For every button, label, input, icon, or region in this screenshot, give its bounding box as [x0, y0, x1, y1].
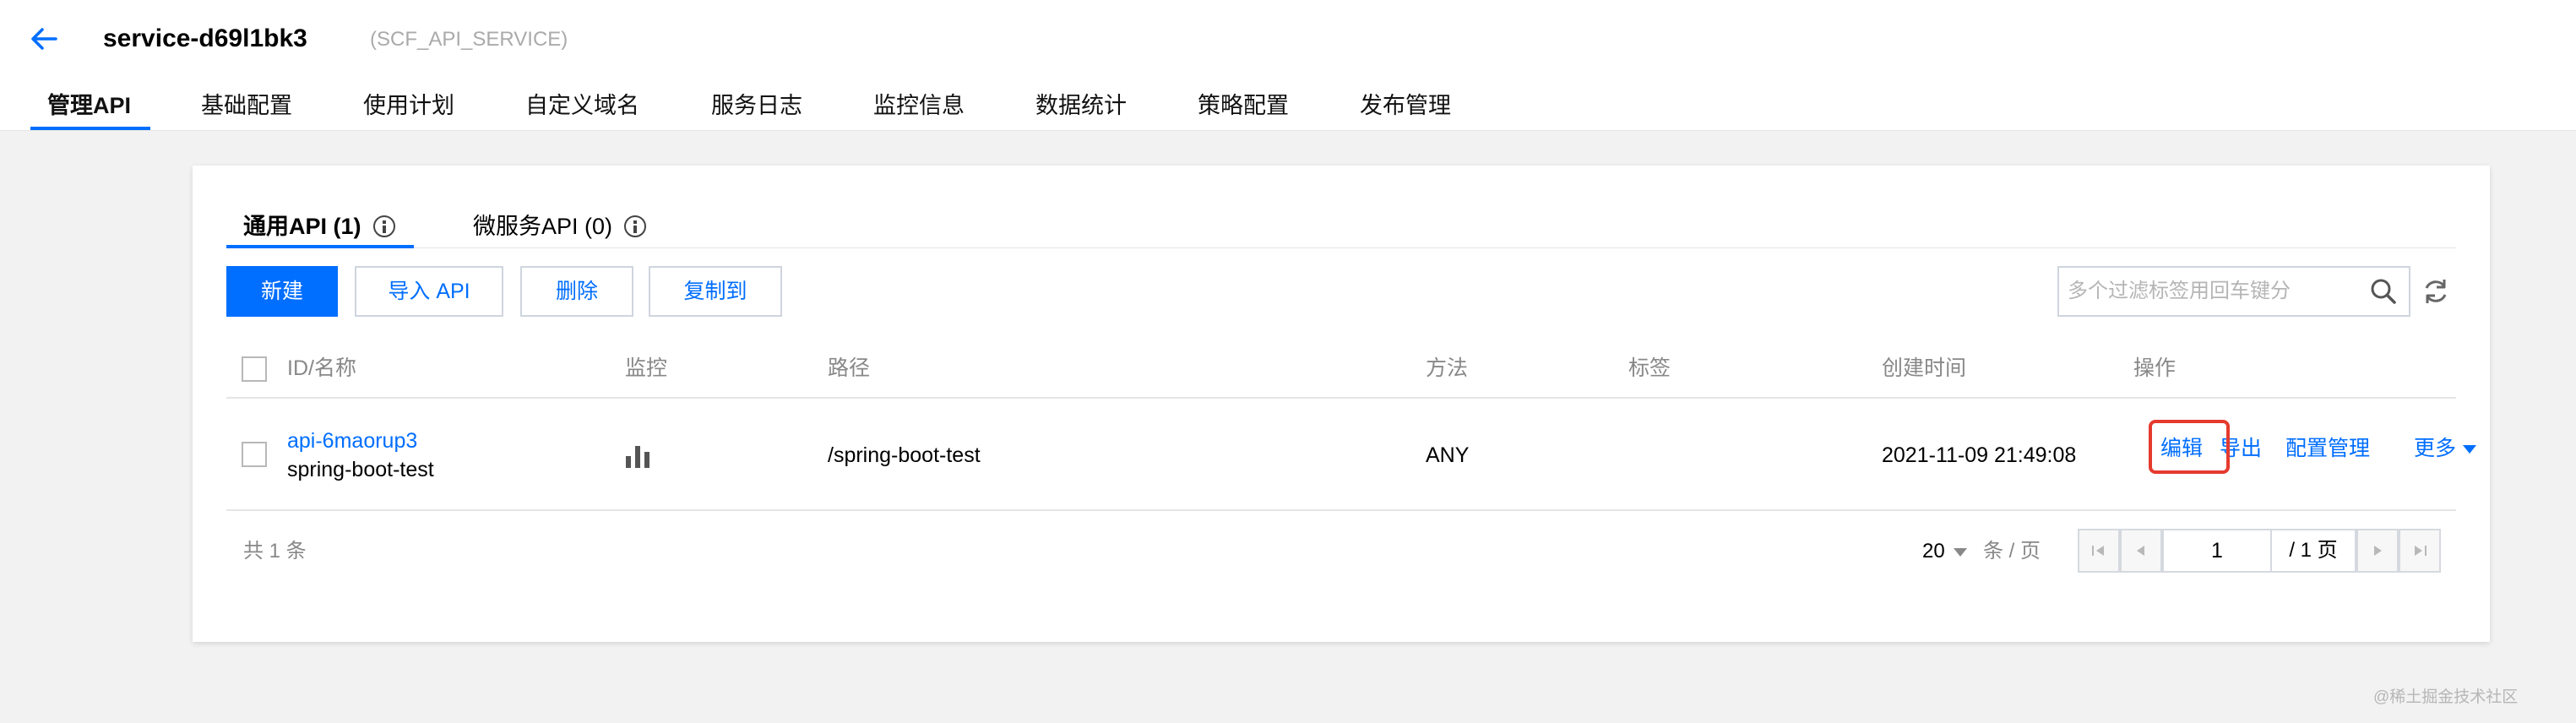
service-type: (SCF_API_SERVICE) [370, 28, 568, 51]
more-label: 更多 [2414, 437, 2457, 460]
subtab-divider [226, 247, 2456, 248]
table-row: api-6maorup3 spring-boot-test /spring-bo… [226, 400, 2477, 511]
import-api-button[interactable]: 导入 API [355, 266, 503, 317]
table-header: ID/名称 监控 路径 方法 标签 创建时间 操作 [226, 340, 2456, 399]
delete-button[interactable]: 删除 [520, 266, 633, 317]
column-method: 方法 [1426, 356, 1469, 380]
tab-monitor-info[interactable]: 监控信息 [873, 84, 965, 127]
column-created: 创建时间 [1882, 356, 1967, 380]
tab-usage-plan[interactable]: 使用计划 [363, 84, 454, 127]
more-dropdown[interactable]: 更多 [2414, 435, 2477, 462]
tab-data-stats[interactable]: 数据统计 [1035, 84, 1127, 127]
info-icon[interactable] [372, 215, 395, 237]
active-tab-indicator [30, 127, 150, 130]
row-checkbox[interactable] [242, 442, 267, 467]
prev-page-icon [2137, 546, 2144, 556]
export-link[interactable]: 导出 [2220, 435, 2262, 462]
refresh-icon[interactable] [2421, 276, 2451, 307]
next-page-button[interactable] [2356, 529, 2399, 573]
total-count: 共 1 条 [243, 540, 307, 563]
subtab-microservice-api-label: 微服务API (0) [473, 214, 613, 239]
prev-page-button[interactable] [2120, 529, 2162, 573]
column-tags: 标签 [1628, 356, 1671, 380]
column-path: 路径 [828, 356, 871, 380]
page-size-value: 20 [1922, 540, 1945, 563]
page-number-input[interactable]: 1 [2162, 529, 2272, 573]
bar-chart-icon[interactable] [625, 444, 650, 468]
page-size-select[interactable]: 20 [1922, 539, 1967, 564]
service-name: service-d69l1bk3 [103, 24, 307, 52]
api-method: ANY [1426, 443, 1470, 467]
tab-manage-api[interactable]: 管理API [47, 84, 131, 127]
new-button[interactable]: 新建 [226, 266, 338, 317]
total-pages: / 1 页 [2272, 529, 2356, 573]
config-manage-link[interactable]: 配置管理 [2285, 435, 2370, 462]
edit-link[interactable]: 编辑 [2160, 435, 2203, 462]
column-actions: 操作 [2133, 356, 2177, 380]
tab-basic-config[interactable]: 基础配置 [201, 84, 292, 127]
tab-custom-domain[interactable]: 自定义域名 [525, 84, 639, 127]
tab-policy-config[interactable]: 策略配置 [1198, 84, 1289, 127]
page-header: service-d69l1bk3 (SCF_API_SERVICE) 管理API… [0, 0, 2576, 131]
subtab-general-api[interactable]: 通用API (1) [243, 206, 395, 247]
first-page-button[interactable] [2078, 529, 2120, 573]
last-page-button[interactable] [2399, 529, 2441, 573]
tag-filter-search[interactable]: 多个过滤标签用回车键分 [2057, 266, 2410, 317]
active-subtab-indicator [226, 245, 414, 248]
next-page-icon [2374, 546, 2382, 556]
column-id-name: ID/名称 [287, 356, 356, 380]
api-list-card: 通用API (1) 微服务API (0) 新建 导入 API 删除 复制到 多个… [193, 166, 2490, 642]
select-all-checkbox[interactable] [242, 356, 267, 382]
api-id-link[interactable]: api-6maorup3 [287, 428, 417, 454]
api-path: /spring-boot-test [828, 443, 981, 467]
subtab-microservice-api[interactable]: 微服务API (0) [473, 206, 647, 247]
info-icon[interactable] [624, 215, 647, 237]
subtab-general-api-label: 通用API (1) [243, 214, 361, 239]
tab-release-manage[interactable]: 发布管理 [1360, 84, 1451, 127]
search-icon[interactable] [2370, 278, 2397, 305]
api-created-time: 2021-11-09 21:49:08 [1882, 443, 2077, 467]
caret-down-icon [2463, 445, 2477, 454]
api-name: spring-boot-test [287, 458, 434, 481]
tab-service-log[interactable]: 服务日志 [711, 84, 802, 127]
per-page-label: 条 / 页 [1983, 540, 2041, 563]
back-arrow-icon[interactable] [25, 20, 62, 57]
copy-to-button[interactable]: 复制到 [649, 266, 782, 317]
last-page-icon [2415, 546, 2427, 556]
caret-down-icon [1953, 547, 1967, 557]
first-page-icon [2092, 546, 2104, 556]
search-input[interactable]: 多个过滤标签用回车键分 [2068, 268, 2291, 315]
watermark: @稀土掘金技术社区 [2373, 688, 2519, 706]
column-monitor: 监控 [625, 356, 668, 380]
